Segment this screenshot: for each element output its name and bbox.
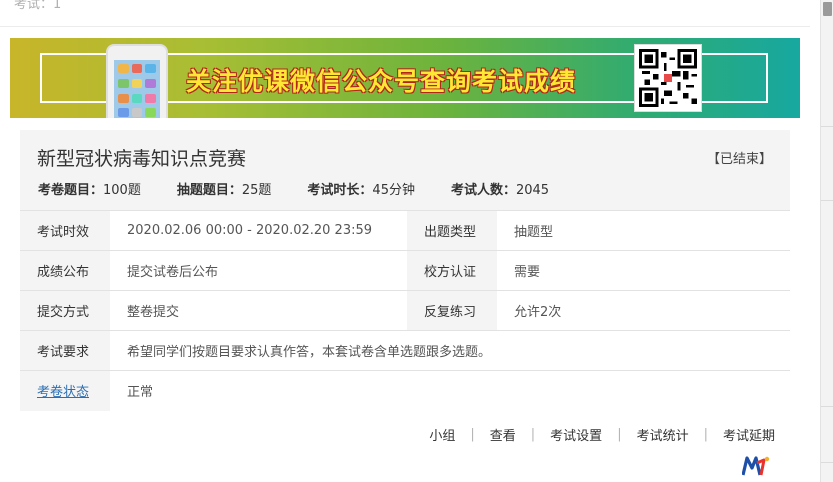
separator: | <box>530 427 536 442</box>
exam-extend-button[interactable]: 考试延期 <box>723 425 775 444</box>
table-row: 成绩公布 提交试卷后公布 校方认证 需要 <box>20 250 790 291</box>
repeat-practice-value: 允许2次 <box>497 290 790 331</box>
gutter-divider <box>821 462 833 463</box>
gutter-divider <box>821 406 833 407</box>
exam-info-table: 考试时效 2020.02.06 00:00 - 2020.02.20 23:59… <box>20 210 790 411</box>
separator: | <box>703 427 708 442</box>
school-auth-label: 校方认证 <box>407 250 497 291</box>
validity-label: 考试时效 <box>20 210 110 251</box>
gutter-divider <box>821 200 833 201</box>
score-publish-label: 成绩公布 <box>20 250 110 291</box>
separator: | <box>617 427 622 442</box>
group-button[interactable]: 小组 <box>429 425 455 444</box>
submit-mode-label: 提交方式 <box>20 290 110 331</box>
phone-screen <box>114 60 160 118</box>
paper-state-link[interactable]: 考卷状态 <box>37 385 89 400</box>
scrollbar[interactable] <box>820 0 833 482</box>
stat-value: 25题 <box>241 183 272 198</box>
gutter-divider <box>821 126 833 127</box>
table-row: 考卷状态 正常 <box>20 370 790 411</box>
stat-duration: 考试时长：45分钟 <box>307 179 415 198</box>
stat-participants: 考试人数：2045 <box>451 179 549 198</box>
stat-total-questions: 考卷题目：100题 <box>38 179 141 198</box>
exam-settings-button[interactable]: 考试设置 <box>550 425 602 444</box>
table-row: 提交方式 整卷提交 反复练习 允许2次 <box>20 290 790 331</box>
question-type-label: 出题类型 <box>407 210 497 251</box>
stat-value: 2045 <box>515 183 550 198</box>
phone-icon <box>106 44 168 118</box>
stat-value: 100题 <box>103 183 141 198</box>
school-auth-value: 需要 <box>497 250 790 291</box>
question-type-value: 抽题型 <box>497 210 790 251</box>
submit-mode-value: 整卷提交 <box>110 290 407 331</box>
score-publish-value: 提交试卷后公布 <box>110 250 407 291</box>
view-button[interactable]: 查看 <box>490 425 516 444</box>
scroll-up-icon[interactable] <box>823 2 832 16</box>
stat-label: 考卷题目： <box>38 183 104 198</box>
table-row: 考试要求 希望同学们按题目要求认真作答，本套试卷含单选题跟多选题。 <box>20 330 790 371</box>
exam-stats: 考卷题目：100题 抽题题目：25题 考试时长：45分钟 考试人数：2045 <box>38 179 585 198</box>
top-strip-text: 考试：1 <box>14 0 62 12</box>
promo-banner[interactable]: 关注优课微信公众号查询考试成绩 <box>10 38 800 118</box>
table-row: 考试时效 2020.02.06 00:00 - 2020.02.20 23:59… <box>20 210 790 251</box>
stat-label: 考试人数： <box>450 183 516 198</box>
stat-label: 抽题题目： <box>176 183 242 198</box>
exam-card: 新型冠状病毒知识点竞赛 【已结束】 考卷题目：100题 抽题题目：25题 考试时… <box>20 130 790 411</box>
exam-header: 新型冠状病毒知识点竞赛 【已结束】 考卷题目：100题 抽题题目：25题 考试时… <box>20 130 790 210</box>
stat-value: 45分钟 <box>372 183 415 198</box>
stat-drawn-questions: 抽题题目：25题 <box>177 179 272 198</box>
exam-title: 新型冠状病毒知识点竞赛 <box>37 148 247 170</box>
status-badge: 【已结束】 <box>706 152 772 167</box>
stat-label: 考试时长： <box>307 183 373 198</box>
top-strip: 考试：1 <box>0 0 810 27</box>
paper-state-value: 正常 <box>110 370 790 411</box>
brand-logo-icon <box>742 456 770 476</box>
exam-requirement-label: 考试要求 <box>20 330 110 371</box>
separator: | <box>470 427 475 442</box>
paper-state-cell: 考卷状态 <box>20 370 110 411</box>
exam-requirement-value: 希望同学们按题目要求认真作答，本套试卷含单选题跟多选题。 <box>110 330 790 371</box>
banner-title: 关注优课微信公众号查询考试成绩 <box>186 67 577 96</box>
qr-code-icon <box>634 44 702 112</box>
validity-value: 2020.02.06 00:00 - 2020.02.20 23:59 <box>110 210 407 251</box>
repeat-practice-label: 反复练习 <box>407 290 497 331</box>
exam-statistics-button[interactable]: 考试统计 <box>637 425 689 444</box>
exam-actions: 小组 | 查看 | 考试设置 | 考试统计 | 考试延期 <box>429 425 775 444</box>
